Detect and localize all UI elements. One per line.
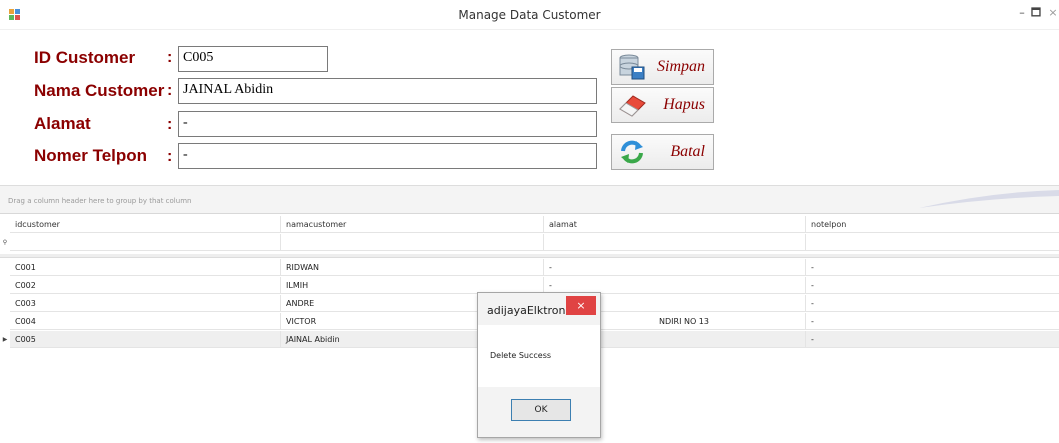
- message-dialog: adijayaElktronik × Delete Success OK: [477, 292, 601, 438]
- cell-notelpon: -: [811, 335, 814, 344]
- filter-cell[interactable]: [544, 234, 806, 251]
- batal-label: Batal: [670, 143, 705, 160]
- eraser-icon: [619, 95, 646, 117]
- id-customer-input[interactable]: C005: [178, 46, 328, 72]
- cell-idcustomer: C003: [10, 295, 281, 312]
- filter-cell[interactable]: [806, 234, 1059, 251]
- batal-button[interactable]: Batal: [611, 134, 714, 170]
- id-colon: :: [167, 49, 173, 66]
- simpan-button[interactable]: Simpan: [611, 49, 714, 85]
- alamat-label: Alamat: [34, 114, 91, 133]
- dialog-close-button[interactable]: ×: [566, 296, 596, 315]
- cell-idcustomer: C001: [10, 259, 281, 276]
- header-notelpon[interactable]: notelpon: [806, 216, 1059, 233]
- maximize-button[interactable]: 🗖: [1027, 5, 1045, 21]
- title-bar: Manage Data Customer – 🗖 ×: [0, 0, 1059, 30]
- group-panel[interactable]: Drag a column header here to group by th…: [0, 186, 1059, 214]
- cell-idcustomer: C005: [10, 331, 281, 348]
- cell-alamat: -: [544, 259, 806, 276]
- alamat-input[interactable]: -: [178, 111, 597, 137]
- customer-form: ID Customer : C005 Nama Customer : JAINA…: [0, 30, 1059, 185]
- cell-notelpon: -: [811, 317, 814, 326]
- filter-row[interactable]: [10, 234, 1059, 251]
- cell-idcustomer: C004: [10, 313, 281, 330]
- nomer-telpon-input[interactable]: -: [178, 143, 597, 169]
- filter-row-icon: ⚲: [2, 239, 8, 246]
- nama-customer-input[interactable]: JAINAL Abidin: [178, 78, 597, 104]
- table-row[interactable]: C001 RIDWAN - -: [10, 259, 1059, 276]
- nomer-telpon-label: Nomer Telpon: [34, 146, 148, 165]
- save-database-icon: [619, 54, 645, 80]
- cell-notelpon: -: [811, 263, 814, 272]
- header-namacustomer[interactable]: namacustomer: [281, 216, 544, 233]
- dialog-message: Delete Success: [490, 351, 552, 360]
- cell-namacustomer: RIDWAN: [281, 259, 544, 276]
- telpon-colon: :: [167, 148, 173, 165]
- header-idcustomer[interactable]: idcustomer: [10, 216, 281, 233]
- nama-colon: :: [167, 82, 173, 99]
- header-alamat[interactable]: alamat: [544, 216, 806, 233]
- hapus-label: Hapus: [663, 96, 705, 113]
- alamat-colon: :: [167, 116, 173, 133]
- decorative-swoosh: [919, 190, 1059, 208]
- simpan-label: Simpan: [657, 58, 705, 75]
- column-header-row: idcustomer namacustomer alamat notelpon: [10, 216, 1059, 233]
- group-hint: Drag a column header here to group by th…: [8, 197, 192, 205]
- id-customer-label: ID Customer: [34, 48, 136, 67]
- nama-customer-label: Nama Customer: [34, 81, 165, 100]
- dialog-title: adijayaElktronik: [487, 304, 575, 317]
- filter-cell[interactable]: [281, 234, 544, 251]
- dialog-ok-button[interactable]: OK: [511, 399, 571, 421]
- grid-separator: [0, 254, 1059, 258]
- dialog-body: Delete Success: [478, 325, 600, 387]
- cell-notelpon: -: [811, 299, 814, 308]
- window-title: Manage Data Customer: [458, 8, 601, 22]
- refresh-icon: [621, 140, 643, 164]
- hapus-button[interactable]: Hapus: [611, 87, 714, 123]
- current-row-indicator-icon: ▶: [2, 336, 8, 343]
- cell-idcustomer: C002: [10, 277, 281, 294]
- close-window-button[interactable]: ×: [1044, 5, 1059, 21]
- cell-notelpon: -: [811, 281, 814, 290]
- filter-cell[interactable]: [10, 234, 281, 251]
